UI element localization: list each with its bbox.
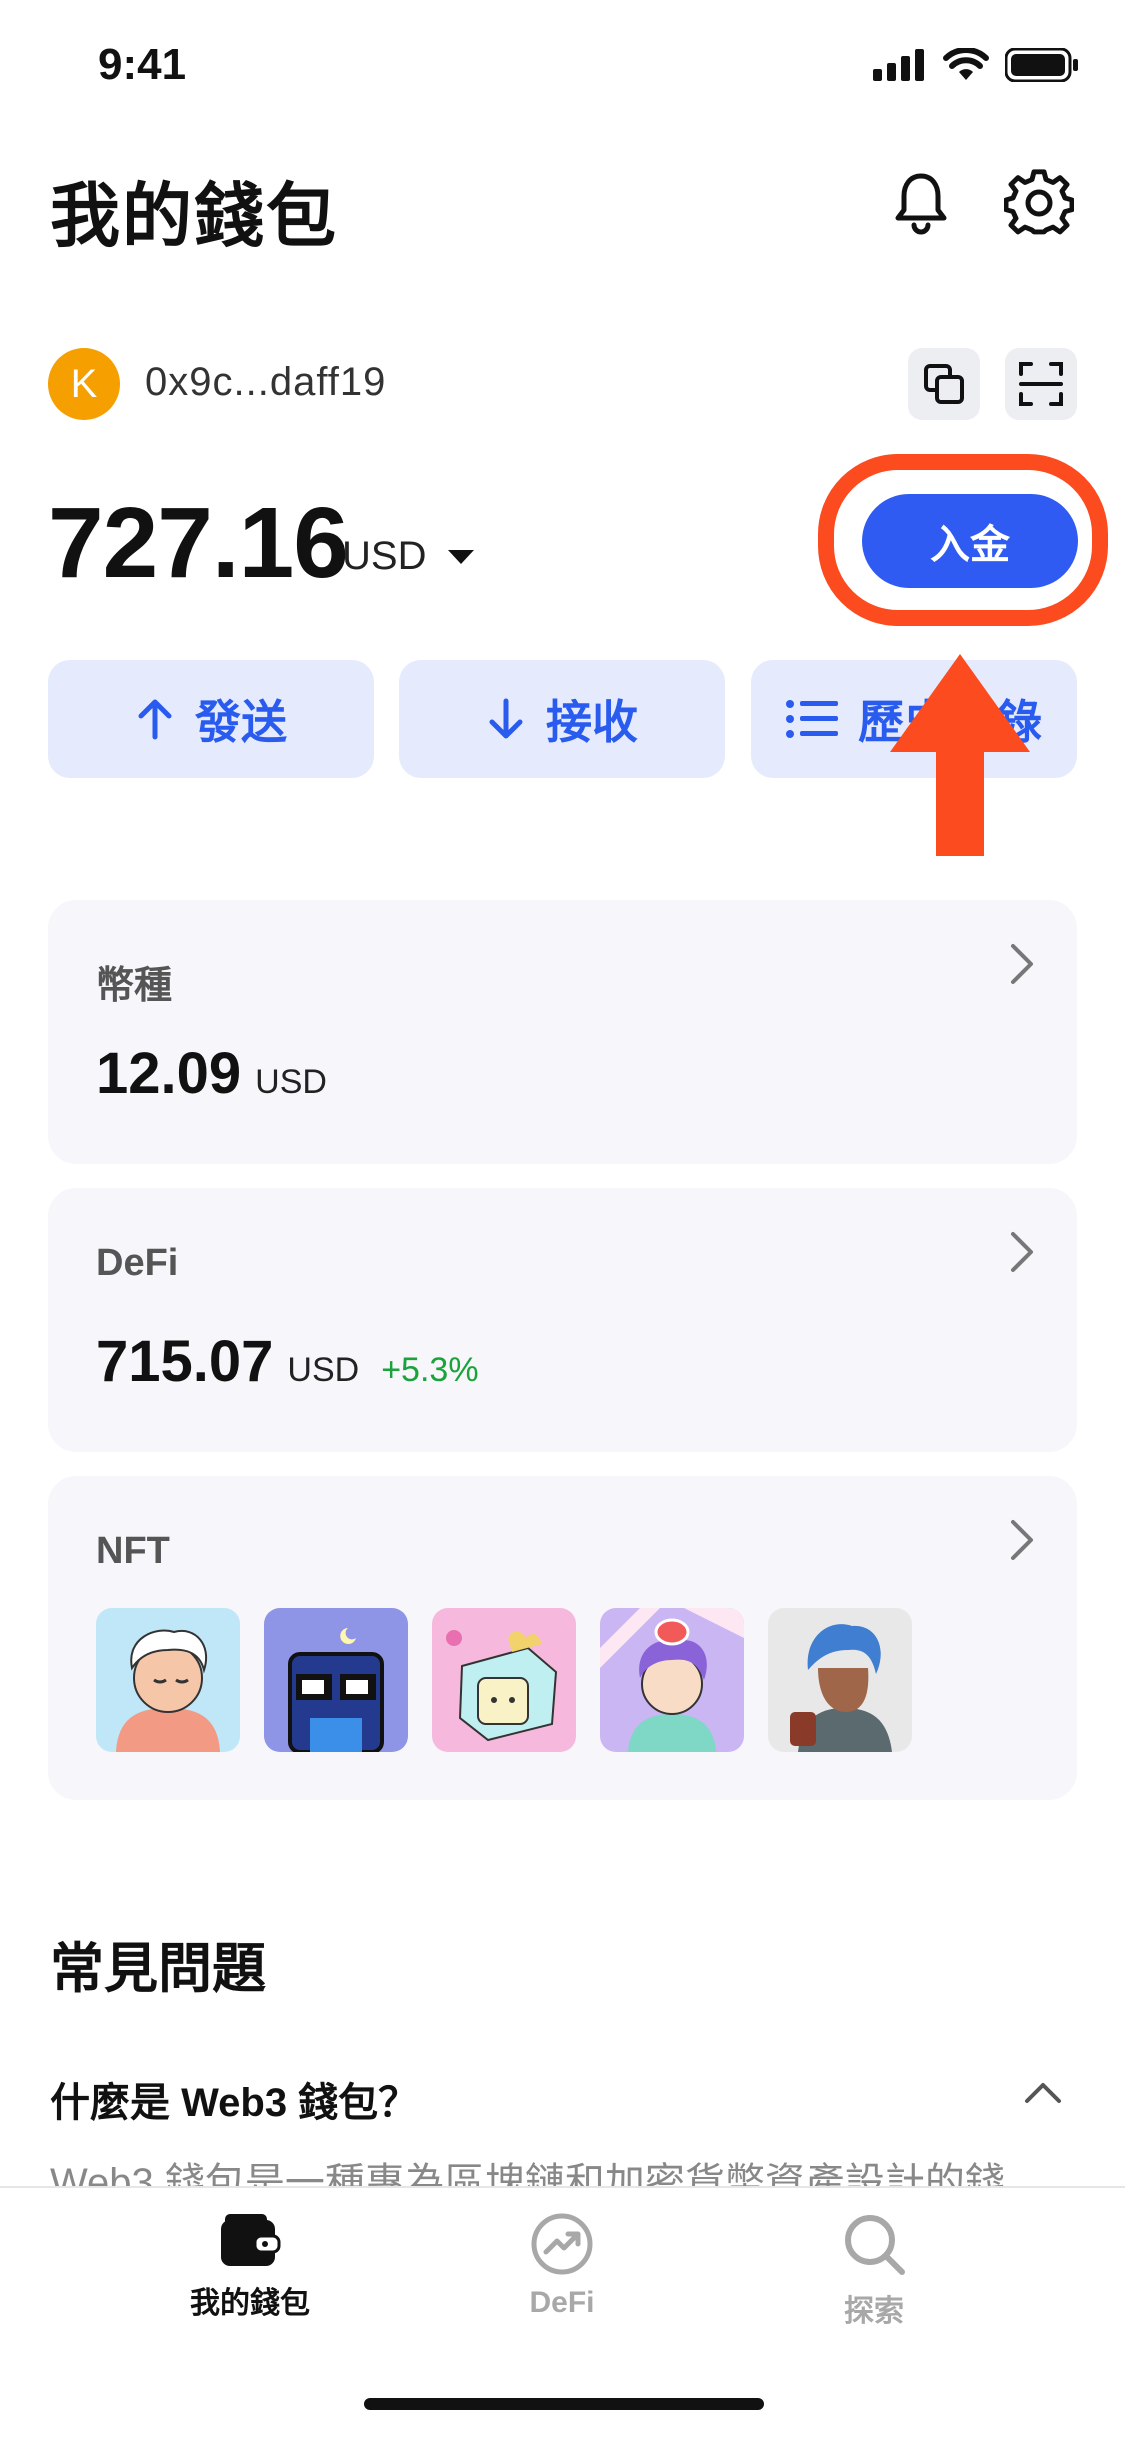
annotation-arrow-icon bbox=[890, 654, 1030, 856]
coins-unit: USD bbox=[255, 1063, 327, 1101]
coins-card[interactable]: 幣種 12.09 USD bbox=[48, 900, 1077, 1164]
chevron-right-icon bbox=[1007, 1230, 1037, 1286]
arrow-up-icon bbox=[138, 699, 172, 740]
page-title: 我的錢包 bbox=[50, 177, 338, 255]
nav-item-explore[interactable]: 探索 bbox=[774, 2212, 974, 2330]
send-label: 發送 bbox=[195, 696, 287, 748]
coins-card-label: 幣種 bbox=[96, 965, 173, 1007]
nav-label-wallet: 我的錢包 bbox=[190, 2287, 310, 2320]
send-button[interactable]: 發送 bbox=[48, 660, 374, 778]
wifi-icon bbox=[943, 48, 989, 80]
wallet-icon bbox=[221, 2214, 281, 2266]
defi-unit: USD bbox=[287, 1351, 360, 1389]
copy-address-button[interactable] bbox=[908, 348, 980, 420]
receive-button[interactable]: 接收 bbox=[399, 660, 725, 778]
list-icon bbox=[786, 700, 838, 738]
gear-icon bbox=[1003, 169, 1075, 235]
coins-amount: 12.09 bbox=[96, 1041, 242, 1106]
defi-card-value: 715.07 USD +5.3% bbox=[96, 1328, 479, 1395]
arrow-down-icon bbox=[489, 698, 523, 739]
nft-card-label: NFT bbox=[96, 1530, 170, 1572]
battery-icon bbox=[1005, 48, 1078, 82]
faq-question[interactable]: 什麼是 Web3 錢包？ bbox=[50, 2070, 418, 2128]
defi-card-label: DeFi bbox=[96, 1242, 179, 1284]
bell-icon bbox=[895, 173, 947, 235]
wallet-address: 0x9c...daff19 bbox=[145, 360, 387, 404]
chevron-up-icon[interactable] bbox=[1023, 2066, 1063, 2116]
caret-down-icon bbox=[448, 549, 475, 564]
defi-card[interactable]: DeFi 715.07 USD +5.3% bbox=[48, 1188, 1077, 1452]
nft-thumbnail[interactable] bbox=[264, 1608, 408, 1752]
currency-label: USD bbox=[342, 534, 427, 578]
home-indicator bbox=[364, 2398, 764, 2410]
defi-amount: 715.07 bbox=[96, 1329, 274, 1394]
coins-card-value: 12.09 USD bbox=[96, 1040, 327, 1107]
nav-item-wallet[interactable]: 我的錢包 bbox=[150, 2212, 350, 2322]
faq-title: 常見問題 bbox=[50, 1939, 266, 1999]
scan-icon bbox=[1019, 362, 1063, 406]
receive-label: 接收 bbox=[546, 696, 638, 748]
nav-item-defi[interactable]: DeFi bbox=[462, 2212, 662, 2320]
nav-label-explore: 探索 bbox=[844, 2295, 904, 2328]
defi-icon bbox=[531, 2213, 593, 2275]
search-icon bbox=[845, 2215, 905, 2275]
nft-thumbnail[interactable] bbox=[432, 1608, 576, 1752]
nft-thumbnail[interactable] bbox=[600, 1608, 744, 1752]
nav-label-defi: DeFi bbox=[529, 2286, 595, 2319]
nft-thumbnail[interactable] bbox=[96, 1608, 240, 1752]
settings-button[interactable] bbox=[1003, 168, 1075, 238]
copy-icon bbox=[924, 364, 964, 404]
chevron-right-icon bbox=[1007, 942, 1037, 998]
wallet-avatar: K bbox=[48, 348, 120, 420]
signal-icon bbox=[873, 49, 924, 81]
total-balance: 727.16 bbox=[48, 487, 349, 599]
status-icons bbox=[873, 48, 1079, 82]
chevron-right-icon bbox=[1007, 1518, 1037, 1574]
nft-thumbnail[interactable] bbox=[768, 1608, 912, 1752]
deposit-button[interactable]: 入金 bbox=[862, 494, 1078, 588]
scan-button[interactable] bbox=[1005, 348, 1077, 420]
currency-selector[interactable]: USD bbox=[342, 534, 476, 579]
notifications-button[interactable] bbox=[886, 168, 956, 238]
status-time: 9:41 bbox=[98, 40, 187, 89]
defi-change: +5.3% bbox=[381, 1351, 479, 1389]
